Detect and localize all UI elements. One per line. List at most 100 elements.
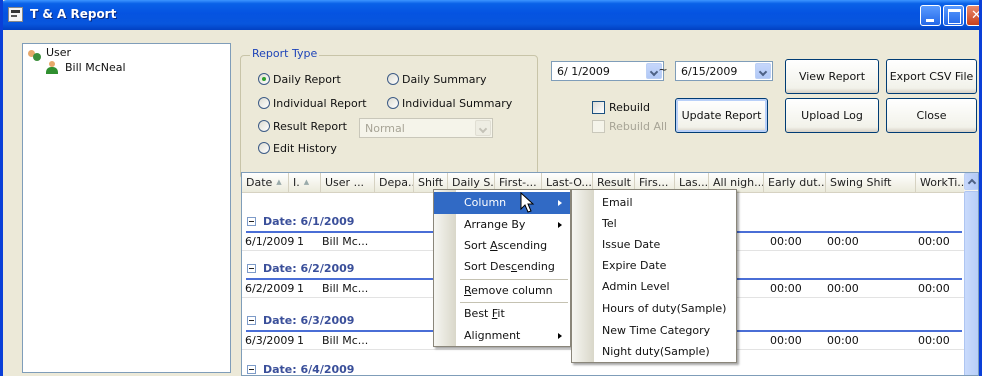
menu-item-column[interactable]: Column	[434, 192, 570, 214]
submenu-arrow-icon	[558, 222, 562, 228]
cell-date: 6/3/2009	[245, 334, 295, 347]
export-csv-button[interactable]: Export CSV File	[886, 59, 977, 94]
column-header-worktime[interactable]: WorkTi...	[916, 173, 964, 193]
result-report-combo: Normal	[359, 118, 493, 138]
column-header-department[interactable]: Depa...	[375, 173, 414, 193]
column-header-swing-shift[interactable]: Swing Shift	[826, 173, 916, 193]
cell-swing-shift: 00:00	[827, 334, 859, 347]
group-label: Date: 6/3/2009	[263, 314, 355, 327]
radio-individual-report-label[interactable]: Individual Report	[273, 97, 367, 110]
menu-item-sort-descending[interactable]: Sort Descending	[434, 256, 570, 278]
users-group-icon	[28, 50, 42, 62]
scroll-up-icon[interactable]	[964, 173, 978, 190]
menu-item-label: Sort Ascending	[464, 239, 548, 252]
menu-item-label: Night duty(Sample)	[602, 345, 710, 358]
radio-result-report-label[interactable]: Result Report	[273, 120, 347, 133]
submenu-item-tel[interactable]: Tel	[572, 213, 736, 235]
cell-worktime: 00:00	[918, 282, 950, 295]
column-header-date[interactable]: Date	[242, 173, 289, 193]
submenu-item-email[interactable]: Email	[572, 192, 736, 214]
collapse-icon[interactable]	[247, 316, 256, 325]
cell-id: 1	[297, 282, 304, 295]
radio-individual-summary-label[interactable]: Individual Summary	[402, 97, 512, 110]
cell-swing-shift: 00:00	[827, 235, 859, 248]
radio-daily-summary[interactable]	[387, 73, 399, 85]
menu-item-alignment[interactable]: Alignment	[434, 325, 570, 347]
column-context-menu: Column Arrange By Sort Ascending Sort De…	[433, 189, 571, 347]
update-report-button[interactable]: Update Report	[675, 98, 768, 133]
menu-item-remove-column[interactable]: Remove column	[434, 280, 570, 302]
radio-daily-summary-label[interactable]: Daily Summary	[402, 73, 487, 86]
radio-individual-summary[interactable]	[387, 97, 399, 109]
submenu-item-admin-level[interactable]: Admin Level	[572, 276, 736, 298]
radio-edit-history-label[interactable]: Edit History	[273, 142, 337, 155]
date-range-separator: ~	[658, 63, 668, 76]
vertical-scrollbar[interactable]	[964, 173, 978, 375]
menu-item-label: New Time Category	[602, 324, 711, 337]
radio-daily-report[interactable]	[258, 73, 270, 85]
group-row[interactable]: Date: 6/4/2009	[246, 361, 962, 376]
date-to-value: 6/15/2009	[681, 65, 738, 78]
view-report-button[interactable]: View Report	[785, 59, 879, 94]
submenu-item-hours-of-duty[interactable]: Hours of duty(Sample)	[572, 298, 736, 320]
date-to-picker[interactable]: 6/15/2009	[675, 61, 773, 81]
app-window: T & A Report User Bill McNeal Report Typ…	[0, 0, 982, 376]
menu-item-sort-ascending[interactable]: Sort Ascending	[434, 235, 570, 257]
rebuild-label[interactable]: Rebuild	[609, 101, 650, 114]
cell-id: 1	[297, 235, 304, 248]
close-button[interactable]: Close	[886, 98, 977, 133]
title-bar[interactable]: T & A Report	[3, 0, 979, 30]
mouse-cursor-icon	[520, 192, 535, 213]
user-tree[interactable]: User Bill McNeal	[22, 43, 231, 373]
report-type-legend: Report Type	[250, 47, 320, 60]
menu-item-label: Expire Date	[602, 259, 667, 272]
submenu-item-night-duty[interactable]: Night duty(Sample)	[572, 341, 736, 363]
submenu-item-new-time-category[interactable]: New Time Category	[572, 320, 736, 342]
menu-item-label: Arrange By	[464, 218, 526, 231]
cell-user: Bill Mc...	[322, 235, 369, 248]
tree-root-user[interactable]: User	[46, 46, 71, 59]
close-window-button[interactable]	[966, 5, 979, 26]
rebuild-all-label: Rebuild All	[609, 120, 668, 133]
tree-item-bill-mcneal[interactable]: Bill McNeal	[65, 61, 126, 74]
cell-user: Bill Mc...	[322, 282, 369, 295]
column-submenu: Email Tel Issue Date Expire Date Admin L…	[571, 189, 737, 363]
cell-user: Bill Mc...	[322, 334, 369, 347]
column-header-early-duty[interactable]: Early dut...	[764, 173, 826, 193]
cell-early-duty: 00:00	[770, 235, 802, 248]
column-header-user[interactable]: User ...	[321, 173, 375, 193]
collapse-icon[interactable]	[247, 264, 256, 273]
collapse-icon[interactable]	[247, 365, 256, 374]
minimize-button[interactable]	[920, 5, 941, 26]
menu-item-label: Hours of duty(Sample)	[602, 302, 727, 315]
menu-item-label: Email	[602, 196, 633, 209]
date-from-picker[interactable]: 6/ 1/2009	[551, 61, 664, 81]
group-label: Date: 6/4/2009	[263, 363, 355, 376]
menu-item-arrange-by[interactable]: Arrange By	[434, 214, 570, 236]
radio-daily-report-label[interactable]: Daily Report	[273, 73, 341, 86]
rebuild-checkbox[interactable]	[592, 101, 605, 114]
menu-item-best-fit[interactable]: Best Fit	[434, 303, 570, 325]
menu-item-label: Alignment	[464, 329, 521, 342]
radio-result-report[interactable]	[258, 120, 270, 132]
radio-individual-report[interactable]	[258, 97, 270, 109]
result-report-combo-value: Normal	[365, 122, 405, 135]
group-label: Date: 6/1/2009	[263, 215, 355, 228]
collapse-icon[interactable]	[247, 217, 256, 226]
menu-item-label: Column	[464, 196, 507, 209]
radio-edit-history[interactable]	[258, 142, 270, 154]
submenu-item-expire-date[interactable]: Expire Date	[572, 255, 736, 277]
menu-item-label: Issue Date	[602, 238, 661, 251]
submenu-item-issue-date[interactable]: Issue Date	[572, 234, 736, 256]
chevron-down-icon[interactable]	[755, 63, 771, 79]
maximize-button[interactable]	[943, 5, 964, 26]
menu-item-label: Remove column	[464, 284, 553, 297]
user-icon	[46, 61, 58, 74]
upload-log-button[interactable]: Upload Log	[785, 98, 879, 133]
column-header-id[interactable]: I.	[289, 173, 321, 193]
scroll-thumb[interactable]	[964, 191, 978, 375]
cell-worktime: 00:00	[918, 334, 950, 347]
cell-date: 6/2/2009	[245, 282, 295, 295]
menu-item-label: Best Fit	[464, 307, 505, 320]
submenu-arrow-icon	[558, 200, 562, 206]
